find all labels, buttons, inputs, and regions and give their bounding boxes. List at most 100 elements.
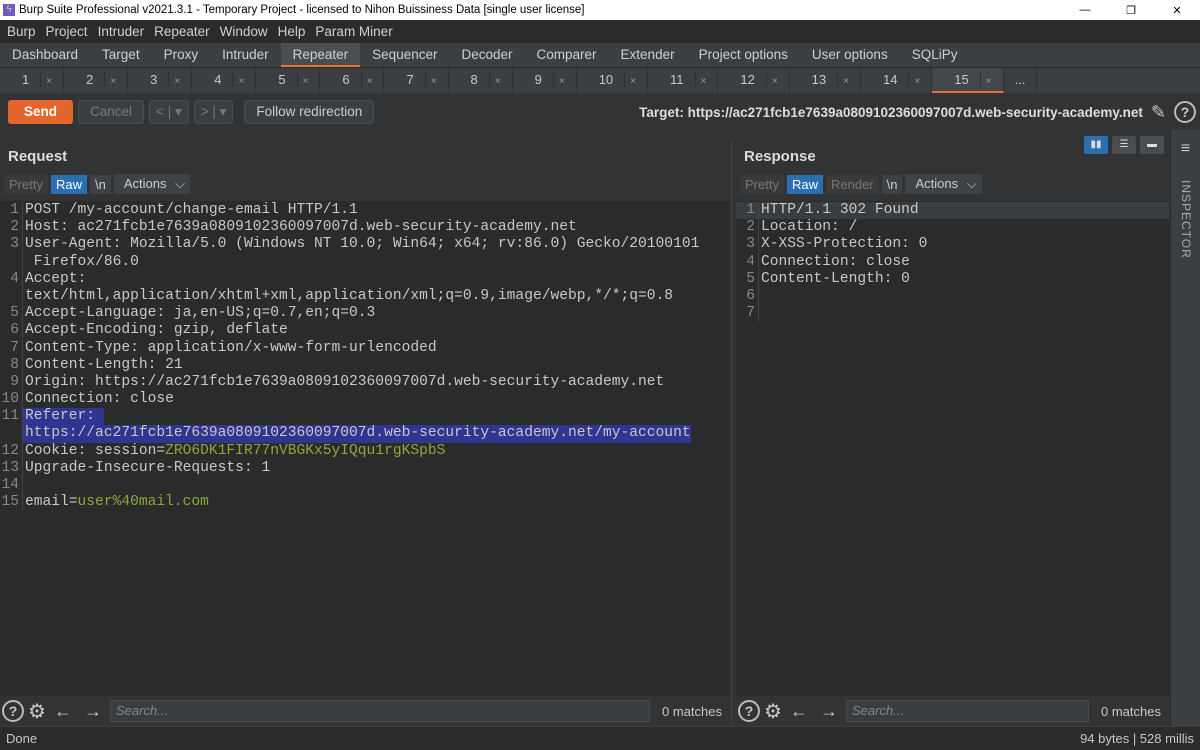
menu-burp[interactable]: Burp (2, 24, 41, 39)
tab-extender[interactable]: Extender (609, 43, 687, 67)
tab-sequencer[interactable]: Sequencer (360, 43, 449, 67)
newline-toggle[interactable]: \n (882, 175, 903, 194)
tab-dashboard[interactable]: Dashboard (0, 43, 90, 67)
search-prev-icon[interactable]: ← (786, 701, 812, 722)
help-icon[interactable]: ? (1174, 101, 1196, 123)
burp-logo-icon: ϟ (3, 4, 15, 16)
tab-proxy[interactable]: Proxy (152, 43, 211, 67)
repeater-tab-15[interactable]: 15× (932, 68, 1003, 93)
line-text: email=user%40mail.com (23, 494, 209, 511)
tab-repeater[interactable]: Repeater (281, 43, 361, 67)
history-back-button[interactable]: < | ▾ (149, 100, 189, 124)
repeater-tab-1[interactable]: 1× (0, 68, 64, 93)
repeater-tab-5[interactable]: 5× (256, 68, 320, 93)
close-tab-icon[interactable]: × (495, 76, 501, 87)
search-next-icon[interactable]: → (816, 701, 842, 722)
close-tab-icon[interactable]: × (238, 76, 244, 87)
tab-user-options[interactable]: User options (800, 43, 900, 67)
close-tab-icon[interactable]: × (630, 76, 636, 87)
line-text (23, 477, 25, 494)
request-editor[interactable]: 1POST /my-account/change-email HTTP/1.12… (0, 201, 730, 696)
render-tab[interactable]: Render (826, 175, 879, 194)
close-tab-icon[interactable]: × (174, 76, 180, 87)
menu-repeater[interactable]: Repeater (149, 24, 215, 39)
code-line: 7 (736, 305, 1169, 322)
line-content: Accept: (25, 271, 86, 287)
tab-comparer[interactable]: Comparer (525, 43, 609, 67)
repeater-tab-8[interactable]: 8× (449, 68, 513, 93)
search-next-icon[interactable]: → (80, 701, 106, 722)
close-tab-icon[interactable]: × (559, 76, 565, 87)
follow-redirection-button[interactable]: Follow redirection (244, 100, 374, 124)
tab-target[interactable]: Target (90, 43, 152, 67)
menu-help[interactable]: Help (273, 24, 311, 39)
menu-intruder[interactable]: Intruder (93, 24, 150, 39)
line-number: 6 (0, 322, 23, 339)
repeater-tab-14[interactable]: 14× (861, 68, 932, 93)
line-text: Connection: close (23, 391, 174, 408)
line-content: Connection: close (761, 254, 910, 270)
actions-dropdown[interactable]: Actions ⌵ (114, 174, 190, 194)
actions-dropdown[interactable]: Actions ⌵ (905, 174, 981, 194)
tab-decoder[interactable]: Decoder (449, 43, 524, 67)
more-tabs-button[interactable]: ... (1004, 68, 1038, 93)
pane-splitter[interactable] (731, 140, 735, 726)
request-search-input[interactable]: Search... (110, 700, 650, 722)
menu-param-miner[interactable]: Param Miner (310, 24, 397, 39)
help-icon[interactable]: ? (2, 700, 24, 722)
repeater-tab-11[interactable]: 11× (648, 68, 718, 93)
repeater-tab-2[interactable]: 2× (64, 68, 128, 93)
repeater-tab-3[interactable]: 3× (128, 68, 192, 93)
line-content: Firefox/86.0 (25, 254, 139, 270)
line-number: 8 (0, 357, 23, 374)
tab-intruder[interactable]: Intruder (210, 43, 281, 67)
inspector-menu-icon[interactable]: ≡ (1171, 140, 1200, 158)
line-content: Accept-Encoding: gzip, deflate (25, 322, 288, 338)
repeater-tab-12[interactable]: 12× (718, 68, 789, 93)
settings-gear-icon[interactable]: ⚙ (28, 699, 46, 724)
newline-toggle[interactable]: \n (90, 175, 111, 194)
cancel-button[interactable]: Cancel (78, 100, 144, 124)
repeater-tab-4[interactable]: 4× (192, 68, 256, 93)
repeater-tab-9[interactable]: 9× (513, 68, 577, 93)
close-tab-icon[interactable]: × (772, 76, 778, 87)
line-text: Host: ac271fcb1e7639a0809102360097007d.w… (23, 219, 577, 236)
settings-gear-icon[interactable]: ⚙ (764, 699, 782, 724)
raw-tab[interactable]: Raw (51, 175, 87, 194)
raw-tab[interactable]: Raw (787, 175, 823, 194)
search-prev-icon[interactable]: ← (50, 701, 76, 722)
history-forward-button[interactable]: > | ▾ (194, 100, 234, 124)
repeater-tab-13[interactable]: 13× (790, 68, 861, 93)
edit-target-pencil-icon[interactable]: ✎ (1151, 102, 1166, 123)
line-text: Accept-Language: ja,en-US;q=0.7,en;q=0.3 (23, 305, 375, 322)
help-icon[interactable]: ? (738, 700, 760, 722)
minimize-icon[interactable]: — (1062, 4, 1108, 17)
pretty-tab[interactable]: Pretty (740, 175, 784, 194)
tab-project-options[interactable]: Project options (687, 43, 800, 67)
close-tab-icon[interactable]: × (303, 76, 309, 87)
send-button[interactable]: Send (8, 100, 73, 124)
menu-project[interactable]: Project (41, 24, 93, 39)
close-icon[interactable]: ✕ (1154, 4, 1200, 17)
line-number (0, 425, 23, 442)
restore-icon[interactable]: ❐ (1108, 4, 1154, 17)
pretty-tab[interactable]: Pretty (4, 175, 48, 194)
close-tab-icon[interactable]: × (367, 76, 373, 87)
close-tab-icon[interactable]: × (914, 76, 920, 87)
tab-sqlipy[interactable]: SQLiPy (900, 43, 970, 67)
close-tab-icon[interactable]: × (110, 76, 116, 87)
close-tab-icon[interactable]: × (431, 76, 437, 87)
inspector-panel[interactable]: ≡ INSPECTOR (1170, 130, 1200, 726)
close-tab-icon[interactable]: × (843, 76, 849, 87)
menu-window[interactable]: Window (215, 24, 273, 39)
response-search-input[interactable]: Search... (846, 700, 1089, 722)
close-tab-icon[interactable]: × (701, 76, 707, 87)
code-line: 3User-Agent: Mozilla/5.0 (Windows NT 10.… (0, 236, 730, 253)
line-text: https://ac271fcb1e7639a0809102360097007d… (23, 425, 691, 442)
close-tab-icon[interactable]: × (46, 76, 52, 87)
repeater-tab-6[interactable]: 6× (320, 68, 384, 93)
repeater-tab-7[interactable]: 7× (384, 68, 448, 93)
close-tab-icon[interactable]: × (986, 76, 992, 87)
response-editor[interactable]: 1HTTP/1.1 302 Found2Location: /3X-XSS-Pr… (736, 201, 1169, 696)
repeater-tab-10[interactable]: 10× (577, 68, 648, 93)
